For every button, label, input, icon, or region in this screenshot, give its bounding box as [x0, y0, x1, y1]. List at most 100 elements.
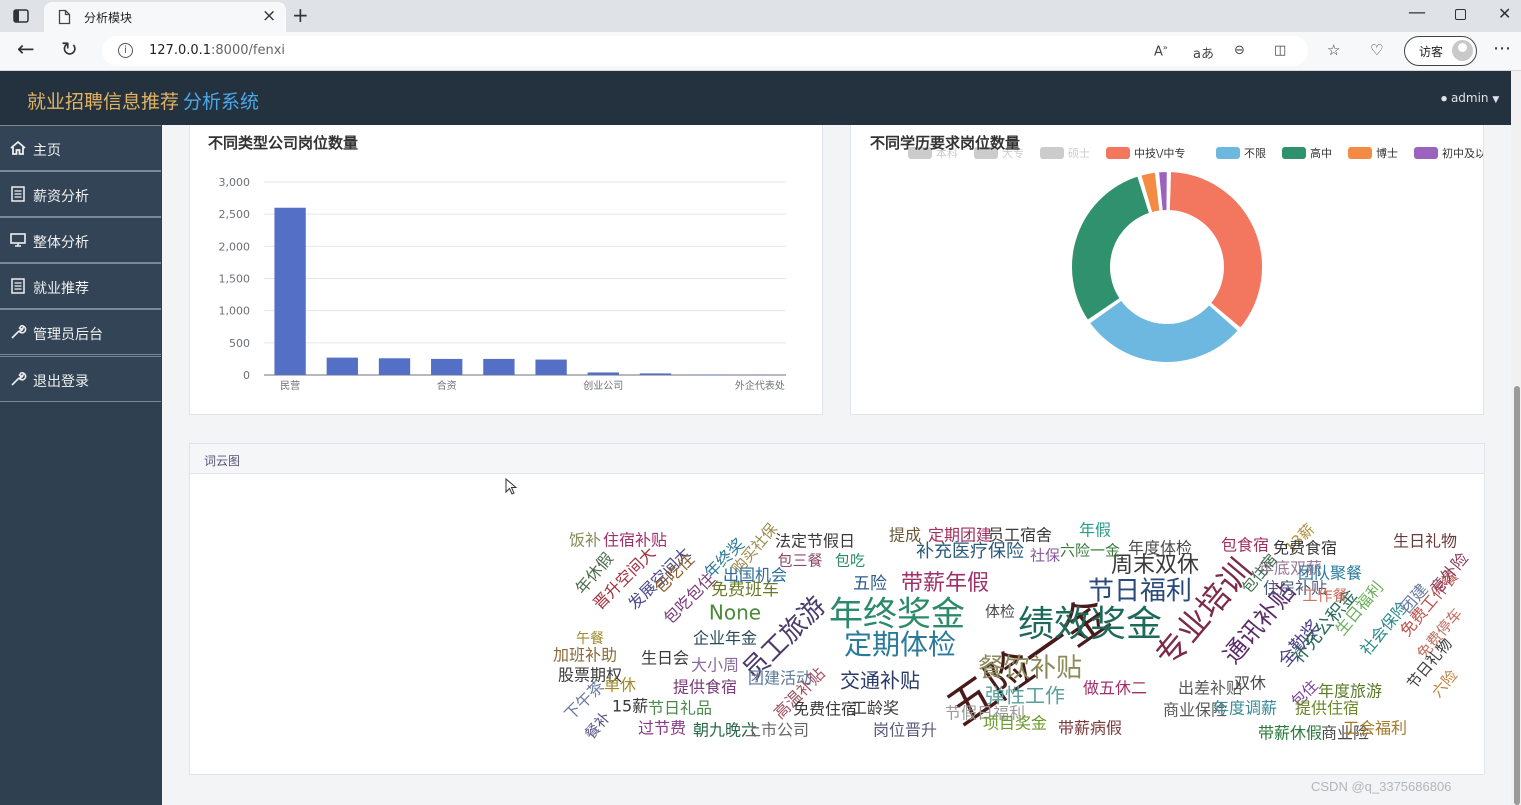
- cloud-word[interactable]: 法定节假日: [775, 532, 855, 551]
- cloud-word[interactable]: 节日礼品: [648, 699, 712, 718]
- legend-item[interactable]: 中技\/中专: [1106, 146, 1185, 160]
- cloud-word[interactable]: 岗位晋升: [873, 721, 937, 740]
- cloud-word[interactable]: 上市公司: [745, 721, 809, 740]
- cloud-word[interactable]: 年度旅游: [1318, 682, 1382, 701]
- cloud-word[interactable]: 项目奖金: [983, 714, 1047, 733]
- cloud-word[interactable]: 绩效奖金: [1018, 604, 1162, 645]
- bar[interactable]: [326, 357, 358, 375]
- more-menu-icon[interactable]: ⋯: [1493, 38, 1511, 59]
- cloud-word[interactable]: 带薪年假: [901, 571, 989, 596]
- sidebar-item-recommend[interactable]: 就业推荐: [0, 263, 161, 309]
- cloud-word[interactable]: 年度调薪: [1213, 699, 1277, 718]
- cloud-word[interactable]: 工龄奖: [851, 699, 899, 718]
- cloud-word[interactable]: 带薪休假: [1258, 724, 1322, 743]
- donut-slice[interactable]: [1070, 174, 1152, 322]
- reload-icon[interactable]: ↻: [61, 37, 78, 61]
- close-window-icon[interactable]: ✕: [1498, 4, 1511, 23]
- cloud-word[interactable]: 单休: [604, 676, 636, 695]
- donut-slice[interactable]: [1167, 170, 1264, 330]
- donut-chart-panel: 本科大专硕士中技\/中专不限高中博士初中及以下 不同学历要求岗位数量: [850, 125, 1484, 415]
- cloud-word[interactable]: 生日礼物: [1393, 532, 1457, 551]
- cloud-word[interactable]: 大小周: [691, 656, 739, 675]
- main-content: 不同类型公司岗位数量 0 500 1,000 1,500 2,000 2,500 3,000…: [162, 125, 1511, 805]
- cloud-word[interactable]: 五险: [853, 574, 887, 594]
- bar[interactable]: [692, 374, 724, 375]
- legend-item[interactable]: 硕士: [1040, 147, 1090, 160]
- bar[interactable]: [431, 358, 463, 375]
- legend-item[interactable]: 初中及以下: [1414, 146, 1483, 160]
- cloud-word[interactable]: 带薪病假: [1058, 719, 1122, 738]
- cloud-word[interactable]: 生日会: [641, 649, 689, 668]
- sidebar-item-overall[interactable]: 整体分析: [0, 217, 161, 263]
- legend-item[interactable]: 博士: [1348, 147, 1398, 160]
- back-icon[interactable]: ←: [17, 37, 35, 61]
- sidebar-item-logout[interactable]: 退出登录: [0, 356, 161, 402]
- cloud-word[interactable]: 员工宿舍: [988, 526, 1052, 545]
- bar[interactable]: [535, 359, 567, 375]
- site-info-icon[interactable]: i: [118, 43, 133, 58]
- cloud-word[interactable]: 餐补: [581, 708, 614, 743]
- cloud-word[interactable]: 体检: [985, 603, 1015, 621]
- cloud-word[interactable]: 企业年金: [693, 629, 757, 648]
- bar-chart-panel: 不同类型公司岗位数量 0 500 1,000 1,500 2,000 2,500 3,000…: [189, 125, 823, 415]
- sidebar-toggle-icon[interactable]: [12, 7, 30, 25]
- browser-tab[interactable]: 分析模块 ×: [44, 2, 286, 32]
- cloud-word[interactable]: 包三餐: [777, 552, 822, 570]
- guest-profile-button[interactable]: 访客: [1404, 36, 1477, 66]
- address-bar[interactable]: i 127.0.0.1:8000/fenxi A» aあ ⊖ ◫: [102, 36, 1308, 66]
- cloud-word[interactable]: 住宿补贴: [603, 531, 667, 550]
- avatar: [1452, 40, 1473, 61]
- cloud-word[interactable]: 节日福利: [1088, 577, 1192, 607]
- cloud-word[interactable]: 年度体检: [1128, 539, 1192, 558]
- sidebar-item-salary[interactable]: 薪资分析: [0, 171, 161, 217]
- sidebar-item-admin[interactable]: 管理员后台: [0, 309, 161, 355]
- cloud-word[interactable]: 工会福利: [1343, 719, 1407, 738]
- bar[interactable]: [587, 372, 619, 375]
- cloud-word[interactable]: 15薪: [612, 697, 648, 716]
- cloud-word[interactable]: 提供住宿: [1295, 699, 1359, 718]
- cloud-word[interactable]: None: [709, 601, 761, 625]
- sidebar-item-home[interactable]: 主页: [0, 125, 161, 171]
- read-aloud-icon[interactable]: A»: [1154, 43, 1168, 59]
- word-cloud: 五险一金绩效奖金年终奖金 专业培训定期体检员工旅游 餐饮补贴节日福利 通讯补贴带薪年假…: [553, 520, 1472, 743]
- legend-item[interactable]: 高中: [1282, 146, 1332, 160]
- cloud-word[interactable]: 双休: [1234, 674, 1266, 693]
- favorites-icon[interactable]: ☆: [1327, 41, 1340, 59]
- cloud-word[interactable]: 做五休二: [1083, 679, 1147, 698]
- bar[interactable]: [483, 358, 515, 375]
- cloud-word[interactable]: 包食宿: [1221, 536, 1269, 555]
- bar[interactable]: [274, 207, 306, 375]
- url-text[interactable]: 127.0.0.1:8000/fenxi: [149, 43, 285, 58]
- restore-icon[interactable]: [1455, 9, 1466, 20]
- cloud-word[interactable]: 提成: [889, 526, 921, 545]
- browser-essentials-icon[interactable]: ♡: [1370, 41, 1383, 59]
- scrollbar-thumb[interactable]: [1514, 386, 1520, 805]
- zoom-out-icon[interactable]: ⊖: [1234, 43, 1245, 58]
- minimize-icon[interactable]: —: [1408, 2, 1426, 23]
- cloud-word[interactable]: 免费住宿: [793, 700, 857, 719]
- translate-icon[interactable]: aあ: [1193, 43, 1214, 62]
- cloud-word[interactable]: 过节费: [638, 719, 686, 738]
- legend-item[interactable]: 不限: [1216, 147, 1266, 160]
- new-tab-icon[interactable]: +: [292, 3, 309, 27]
- close-tab-icon[interactable]: ×: [262, 6, 276, 26]
- cloud-word[interactable]: 免费食宿: [1273, 539, 1337, 558]
- cloud-word[interactable]: 餐饮补贴: [978, 654, 1082, 684]
- cloud-word[interactable]: 饭补: [569, 531, 601, 550]
- bar[interactable]: [378, 358, 411, 375]
- cloud-word[interactable]: 定期团建: [928, 526, 992, 545]
- cloud-word[interactable]: 工作餐: [1302, 587, 1347, 605]
- cloud-word[interactable]: 提供食宿: [673, 678, 737, 697]
- cloud-word[interactable]: 年假: [1079, 521, 1111, 540]
- cloud-word[interactable]: 加班补助: [553, 646, 617, 665]
- cloud-word[interactable]: 包吃: [835, 552, 865, 570]
- bar[interactable]: [639, 373, 672, 375]
- cloud-word[interactable]: 六险一金: [1060, 542, 1120, 560]
- user-menu[interactable]: ● admin ▼: [1441, 91, 1499, 105]
- cloud-word[interactable]: 定期体检: [844, 628, 956, 661]
- cloud-word[interactable]: 出差补贴: [1178, 679, 1242, 698]
- brand-title[interactable]: 就业招聘信息推荐 分析系统: [27, 87, 259, 114]
- split-screen-icon[interactable]: ◫: [1274, 43, 1286, 58]
- cloud-word[interactable]: 社保: [1030, 547, 1060, 565]
- cloud-word[interactable]: 交通补贴: [840, 669, 920, 693]
